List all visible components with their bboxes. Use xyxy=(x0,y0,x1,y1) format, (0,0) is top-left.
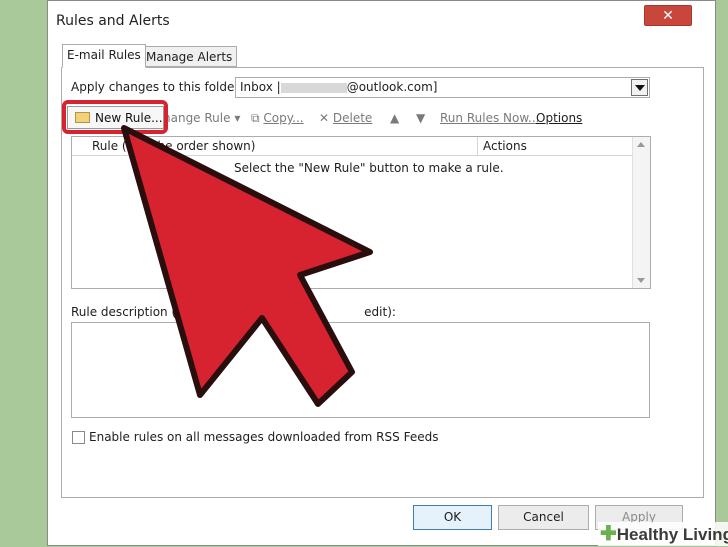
delete-icon: ✕ xyxy=(319,111,330,125)
move-down-icon[interactable]: ▼ xyxy=(416,111,425,125)
copy-button[interactable]: ⧉ Copy... xyxy=(251,111,304,126)
folder-value-prefix: Inbox | xyxy=(240,80,281,94)
column-rule[interactable]: Rule (d in the order shown) xyxy=(92,139,255,153)
ok-button[interactable]: OK xyxy=(413,505,492,530)
options-label: Options xyxy=(536,111,583,125)
column-rule-label-tail: d in the order shown) xyxy=(126,139,256,153)
rule-description-label-end: edit): xyxy=(364,305,396,319)
rss-checkbox-label: Enable rules on all messages downloaded … xyxy=(89,430,439,444)
copy-label: Copy... xyxy=(263,111,304,125)
rss-checkbox[interactable] xyxy=(72,431,85,444)
move-up-icon[interactable]: ▲ xyxy=(390,111,399,125)
tab-email-rules[interactable]: E-mail Rules xyxy=(62,44,146,68)
delete-label: Delete xyxy=(332,111,373,125)
column-actions[interactable]: Actions xyxy=(477,137,527,155)
column-rule-label: Rule ( xyxy=(92,139,127,153)
rules-list-header: Rule (d in the order shown) Actions xyxy=(72,137,633,156)
redacted-email xyxy=(280,82,347,93)
plus-icon: ✚ xyxy=(600,523,617,545)
rule-description-box[interactable] xyxy=(71,322,650,418)
rule-description-label-start: Rule description ( xyxy=(71,305,177,319)
chevron-down-icon[interactable] xyxy=(631,79,648,96)
rules-list-scrollbar[interactable] xyxy=(632,137,650,288)
dialog-content: Apply changes to this folder: Inbox | @ou… xyxy=(47,0,716,546)
options-button[interactable]: Options xyxy=(536,111,582,125)
empty-list-message: Select the "New Rule" button to make a r… xyxy=(234,161,504,175)
folder-value-suffix: @outlook.com] xyxy=(346,80,438,94)
change-rule-label: hange Rule xyxy=(163,111,231,125)
scroll-up-icon[interactable] xyxy=(637,142,645,147)
folder-select[interactable]: Inbox | @outlook.com] xyxy=(235,77,650,98)
rules-list[interactable]: Rule (d in the order shown) Actions Sele… xyxy=(71,136,651,289)
copy-icon: ⧉ xyxy=(251,111,260,125)
watermark-text: Healthy Living xyxy=(616,525,728,544)
watermark: ✚Healthy Living xyxy=(598,522,728,546)
rule-description-label: Rule description ( edit): xyxy=(71,305,396,319)
tab-email-rules-label: E-mail Rules xyxy=(67,48,141,62)
change-rule-button[interactable]: hange Rule ▾ xyxy=(163,111,240,125)
folder-label: Apply changes to this folder: xyxy=(71,80,244,94)
run-rules-now-label: Run Rules Now... xyxy=(440,111,540,125)
cancel-button[interactable]: Cancel xyxy=(498,505,589,530)
run-rules-now-button[interactable]: Run Rules Now... xyxy=(440,111,540,125)
delete-button[interactable]: ✕ Delete xyxy=(319,111,372,125)
new-rule-highlight xyxy=(62,100,168,134)
scroll-down-icon[interactable] xyxy=(637,278,645,283)
